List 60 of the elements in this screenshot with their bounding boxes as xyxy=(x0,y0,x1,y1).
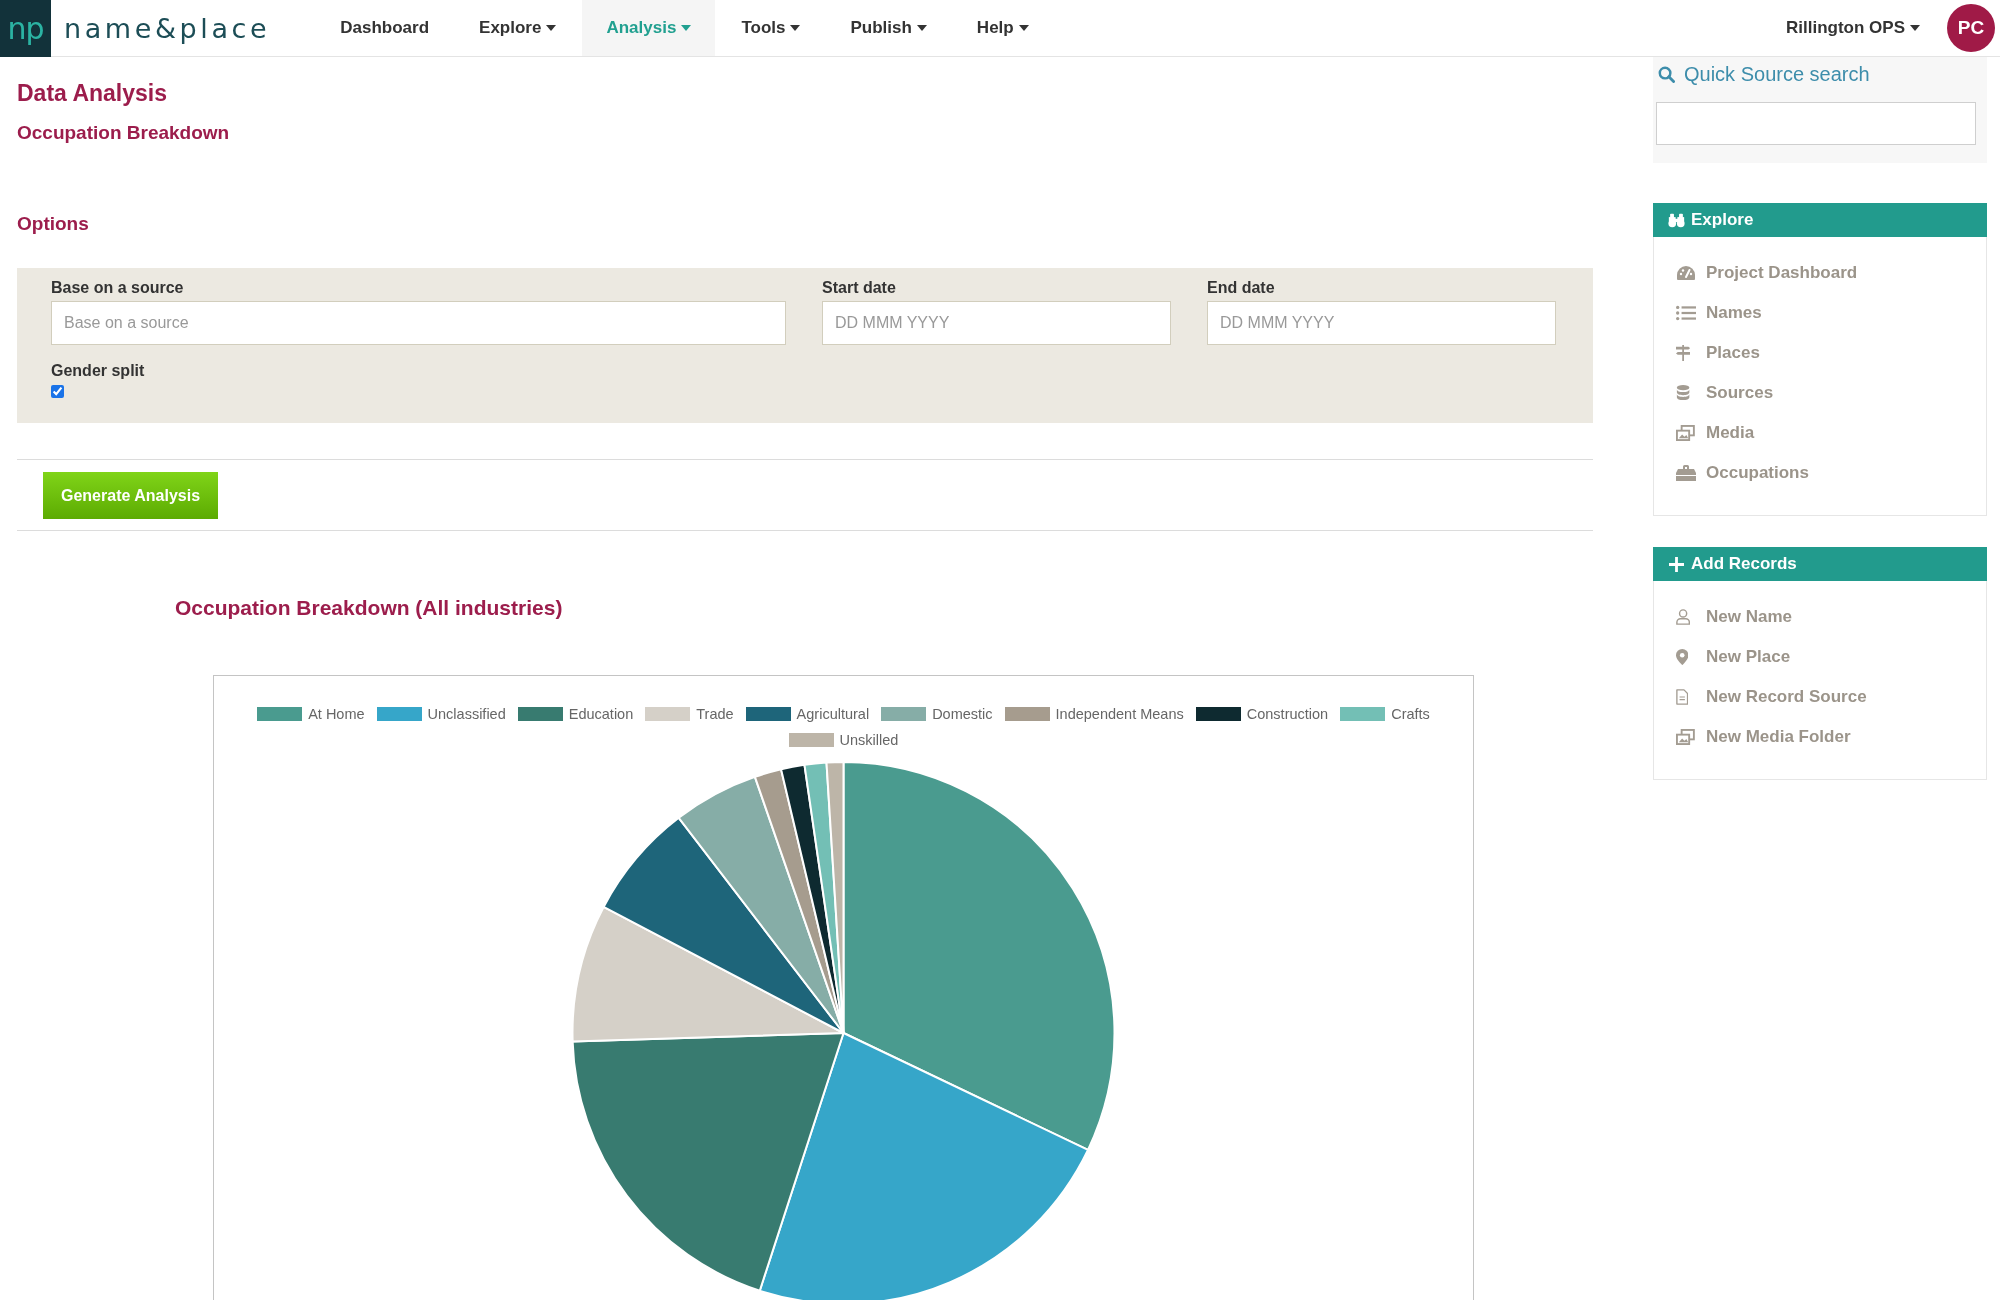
sidebar-link[interactable]: Occupations xyxy=(1654,453,1809,493)
sidebar-link[interactable]: New Name xyxy=(1654,597,1792,637)
field-label: End date xyxy=(1207,278,1276,297)
chart-title: Occupation Breakdown (All industries) xyxy=(175,595,563,621)
images-icon xyxy=(1676,425,1695,441)
legend-label: Unskilled xyxy=(839,732,899,748)
page-title: Data Analysis xyxy=(17,79,168,107)
field-label: Base on a source xyxy=(51,278,185,297)
search-icon xyxy=(1658,65,1675,83)
sidebar-link[interactable]: Sources xyxy=(1654,373,1774,413)
panel-title: Add Records xyxy=(1691,554,1797,574)
field-label: Start date xyxy=(822,278,897,297)
nav-tab[interactable]: Dashboard xyxy=(316,0,454,56)
plus-icon xyxy=(1668,556,1685,572)
images-icon xyxy=(1676,729,1695,745)
sidebar-link[interactable]: Places xyxy=(1654,333,1760,373)
gauge-icon xyxy=(1676,265,1696,281)
user-icon xyxy=(1676,609,1691,625)
legend-label: Construction xyxy=(1246,706,1329,722)
text-input[interactable]: Base on a source xyxy=(51,301,786,345)
legend-label: Domestic xyxy=(932,706,993,722)
binoculars-icon xyxy=(1668,212,1685,228)
logo-mark[interactable]: np xyxy=(0,0,51,57)
legend-label: Crafts xyxy=(1391,706,1430,722)
panel-title: Explore xyxy=(1691,210,1754,230)
nav-tab[interactable]: Help xyxy=(952,0,1053,56)
legend-label: Trade xyxy=(696,706,734,722)
nav-tab[interactable]: Publish xyxy=(826,0,951,56)
legend-label: Unclassified xyxy=(427,706,506,722)
sidebar-link[interactable]: Media xyxy=(1654,413,1755,453)
user-avatar[interactable]: PC xyxy=(1947,4,1995,52)
gender-split-checkbox[interactable] xyxy=(51,385,64,398)
list-icon xyxy=(1676,305,1696,321)
sidebar-link[interactable]: New Place xyxy=(1654,637,1791,677)
logo-wordmark[interactable]: name&place xyxy=(64,12,271,44)
sidebar-link[interactable]: Names xyxy=(1654,293,1762,333)
sidebar-link[interactable]: New Record Source xyxy=(1654,677,1867,717)
sidebar-link[interactable]: New Media Folder xyxy=(1654,717,1851,757)
quick-search-heading: Quick Source search xyxy=(1684,62,1870,86)
field-label: Gender split xyxy=(51,361,145,380)
sidebar-link[interactable]: Project Dashboard xyxy=(1654,253,1858,293)
text-input[interactable]: DD MMM YYYY xyxy=(1207,301,1556,345)
text-input[interactable]: DD MMM YYYY xyxy=(822,301,1171,345)
nav-tab[interactable]: Analysis xyxy=(582,0,716,56)
nav-tab[interactable]: Explore xyxy=(455,0,581,56)
legend-label: At Home xyxy=(308,706,365,722)
options-heading: Options xyxy=(17,212,90,236)
legend-label: Agricultural xyxy=(796,706,870,722)
toolbox-icon xyxy=(1676,465,1696,481)
legend-label: Independent Means xyxy=(1055,706,1184,722)
search-field[interactable] xyxy=(1656,102,1976,145)
document-icon xyxy=(1676,689,1689,705)
map-pin-icon xyxy=(1676,649,1689,665)
generate-button[interactable]: Generate Analysis xyxy=(43,472,219,519)
nav-tab[interactable]: Tools xyxy=(717,0,825,56)
database-icon xyxy=(1676,385,1691,401)
signpost-icon xyxy=(1676,345,1691,361)
legend-label: Education xyxy=(568,706,634,722)
page-subtitle: Occupation Breakdown xyxy=(17,121,231,145)
account-menu[interactable]: Rillington OPS xyxy=(1786,18,1920,38)
